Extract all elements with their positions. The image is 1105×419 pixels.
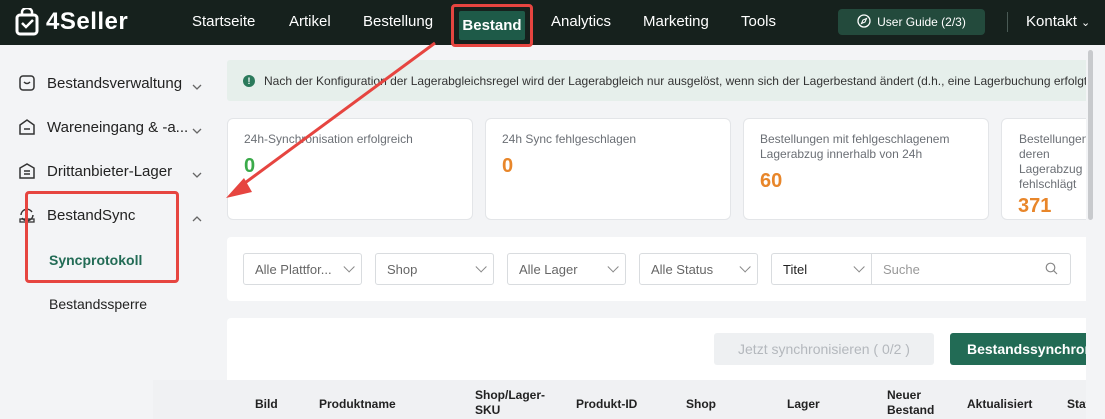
- nav-tools[interactable]: Tools: [741, 13, 776, 30]
- status-select[interactable]: Alle Status: [639, 253, 758, 285]
- nav-bestellung[interactable]: Bestellung: [363, 13, 433, 30]
- compass-icon: [857, 13, 871, 31]
- stat-card-order-deduction-failed-24h: Bestellungen mit fehlgeschlagenem Lagera…: [743, 118, 989, 220]
- inbound-icon: [18, 118, 36, 136]
- chevron-down-icon: [192, 167, 202, 178]
- chevron-up-icon: [192, 211, 202, 222]
- stat-card-sync-failed: 24h Sync fehlgeschlagen 0: [485, 118, 731, 220]
- annotation-highlight-nav: Bestand: [451, 4, 533, 47]
- shop-select-value: Shop: [387, 261, 418, 277]
- top-navbar: 4Seller Startseite Artikel Bestellung Be…: [0, 0, 1105, 47]
- status-select-value: Alle Status: [651, 261, 714, 277]
- chevron-down-icon: [343, 261, 355, 273]
- column-header-shop: Shop: [686, 397, 716, 411]
- stat-card-sync-success: 24h-Synchronisation erfolgreich 0: [227, 118, 473, 220]
- nav-analytics[interactable]: Analytics: [551, 13, 611, 30]
- warehouse-icon: [18, 162, 36, 180]
- app-name: 4Seller: [46, 8, 129, 35]
- notice-text: Nach der Konfiguration der Lagerabgleich…: [264, 73, 1095, 88]
- logo-bag-icon: [14, 6, 40, 36]
- sidebar-item-label: Wareneingang & -a...: [47, 118, 189, 136]
- search-icon[interactable]: [1045, 262, 1058, 278]
- sidebar-item-label: Bestandsverwaltung: [47, 74, 183, 92]
- platform-select-value: Alle Plattfor...: [255, 261, 332, 277]
- annotation-highlight-sidebar: [25, 191, 179, 283]
- column-header-sku: Shop/Lager-SKU: [475, 388, 546, 417]
- column-header-bild: Bild: [255, 397, 278, 411]
- contact-label: Kontakt: [1026, 13, 1077, 30]
- nav-bestand[interactable]: Bestand: [459, 11, 525, 40]
- shop-select[interactable]: Shop: [375, 253, 494, 285]
- info-icon: !: [243, 74, 255, 87]
- chevron-down-icon: [192, 123, 202, 134]
- search-field-value: Titel: [783, 261, 808, 277]
- stat-value[interactable]: 0: [244, 155, 456, 178]
- warehouse-select-value: Alle Lager: [519, 261, 578, 277]
- user-guide-button[interactable]: User Guide (2/3): [838, 9, 985, 35]
- nav-divider: [1007, 12, 1008, 32]
- platform-select[interactable]: Alle Plattfor...: [243, 253, 362, 285]
- nav-startseite[interactable]: Startseite: [192, 13, 255, 30]
- nav-artikel[interactable]: Artikel: [289, 13, 331, 30]
- column-header-status: Status: [1067, 397, 1087, 411]
- sidebar-item-drittanbieter-lager[interactable]: Drittanbieter-Lager: [18, 162, 172, 180]
- stat-title: 24h Sync fehlgeschlagen: [502, 132, 637, 146]
- chevron-down-icon: [607, 261, 619, 273]
- stat-title: Bestellungen mit fehlgeschlagenem Lagera…: [760, 132, 950, 161]
- column-header-lager: Lager: [787, 397, 820, 411]
- scrollbar-thumb[interactable]: [1088, 50, 1093, 220]
- filter-bar: Alle Plattfor... Shop Alle Lager Alle St…: [227, 237, 1105, 301]
- search-input[interactable]: Suche: [871, 253, 1071, 285]
- nav-bestand-label: Bestand: [462, 17, 522, 34]
- chevron-down-icon: [475, 261, 487, 273]
- user-guide-label: User Guide (2/3): [877, 15, 966, 29]
- column-header-produkt-id: Produkt-ID: [576, 397, 638, 411]
- logo[interactable]: 4Seller: [14, 6, 129, 36]
- stat-title: 24h-Synchronisation erfolgreich: [244, 132, 413, 146]
- sync-now-button[interactable]: Jetzt synchronisieren ( 0/2 ): [714, 333, 934, 365]
- column-header-produktname: Produktname: [319, 397, 396, 411]
- search-field-select[interactable]: Titel: [771, 253, 871, 285]
- contact-menu[interactable]: Kontakt ⌄: [1026, 13, 1090, 30]
- column-header-aktualisiert: Aktualisiert: [967, 397, 1033, 411]
- sidebar-subitem-bestandssperre[interactable]: Bestandssperre: [49, 296, 147, 312]
- sidebar-item-bestandsverwaltung[interactable]: Bestandsverwaltung: [18, 74, 182, 92]
- stat-value[interactable]: 371: [1018, 195, 1088, 218]
- stat-value[interactable]: 60: [760, 170, 972, 193]
- stat-value[interactable]: 0: [502, 155, 714, 178]
- info-notice: ! Nach der Konfiguration der Lagerabglei…: [227, 60, 1105, 101]
- chevron-down-icon: ⌄: [1081, 17, 1091, 29]
- column-header-neuer-bestand: Neuer Bestand: [887, 388, 935, 417]
- chevron-down-icon: [192, 79, 202, 90]
- chevron-down-icon: [739, 261, 751, 273]
- sidebar-item-label: Drittanbieter-Lager: [47, 162, 173, 180]
- search-placeholder: Suche: [883, 261, 920, 277]
- warehouse-select[interactable]: Alle Lager: [507, 253, 626, 285]
- inventory-sync-button[interactable]: Bestandssynchronisierung: [950, 333, 1105, 365]
- sidebar-item-wareneingang[interactable]: Wareneingang & -a...: [18, 118, 188, 136]
- nav-marketing[interactable]: Marketing: [643, 13, 709, 30]
- chevron-down-icon: [853, 261, 865, 273]
- inventory-icon: [18, 74, 36, 92]
